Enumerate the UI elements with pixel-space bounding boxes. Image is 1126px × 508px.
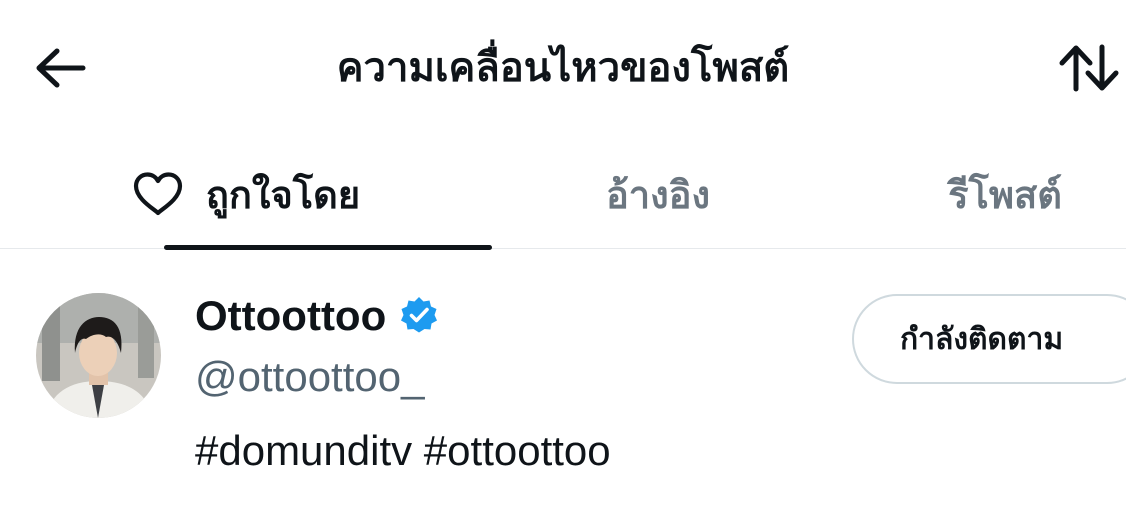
header: ความเคลื่อนไหวของโพสต์ bbox=[0, 0, 1126, 138]
user-name-line: Ottoottoo bbox=[195, 290, 440, 342]
tab-quotes[interactable]: อ้างอิง bbox=[540, 140, 776, 248]
back-button[interactable] bbox=[30, 40, 90, 96]
user-list-item[interactable]: Ottoottoo @ottoottoo_ #domunditv #ottoot… bbox=[0, 250, 1126, 508]
avatar[interactable] bbox=[36, 293, 161, 418]
heart-outline-icon bbox=[132, 171, 184, 217]
sort-arrows-icon bbox=[1058, 43, 1122, 93]
tab-label-quotes: อ้างอิง bbox=[605, 172, 711, 217]
user-bio: #domunditv #ottoottoo bbox=[195, 427, 611, 474]
user-display-name[interactable]: Ottoottoo bbox=[195, 290, 386, 342]
tab-label-liked-by: ถูกใจโดย bbox=[205, 172, 361, 217]
following-button[interactable]: กำลังติดตาม bbox=[852, 294, 1126, 384]
tab-label-reposts: รีโพสต์ bbox=[948, 172, 1062, 217]
page-title: ความเคลื่อนไหวของโพสต์ bbox=[336, 45, 790, 91]
sort-button[interactable] bbox=[1058, 40, 1126, 96]
user-handle: @ottoottoo_ bbox=[195, 353, 425, 400]
tab-bar: ถูกใจโดย อ้างอิง รีโพสต์ bbox=[0, 140, 1126, 250]
tab-reposts[interactable]: รีโพสต์ bbox=[900, 140, 1110, 248]
arrow-left-icon bbox=[33, 48, 87, 88]
verified-badge-icon bbox=[398, 295, 440, 337]
tab-liked-by[interactable]: ถูกใจโดย bbox=[82, 140, 492, 250]
